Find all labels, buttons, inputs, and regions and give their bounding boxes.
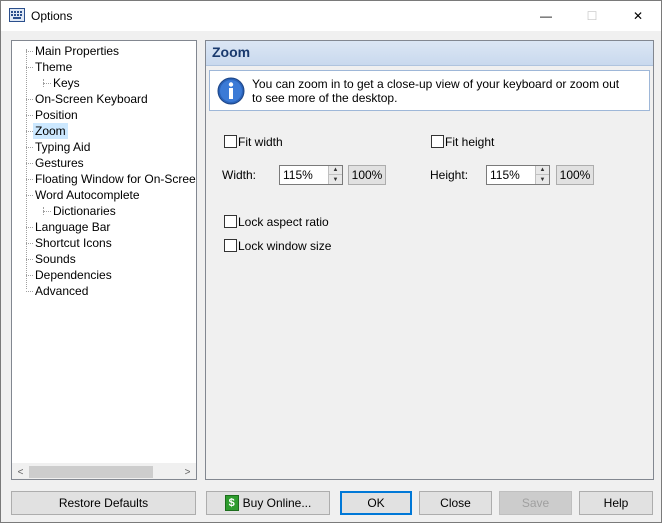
tree-connector-line xyxy=(26,227,33,228)
height-value: 115% xyxy=(490,168,520,182)
tree-item[interactable]: Position xyxy=(33,107,80,123)
tree-item[interactable]: Dependencies xyxy=(33,267,114,283)
window-title: Options xyxy=(31,9,73,23)
tree-item[interactable]: Theme xyxy=(33,59,74,75)
ok-button[interactable]: OK xyxy=(340,491,412,515)
tree-item[interactable]: Typing Aid xyxy=(33,139,92,155)
restore-defaults-label: Restore Defaults xyxy=(58,496,149,510)
width-spin-buttons: ▲ ▼ xyxy=(328,166,342,184)
lock-size-label: Lock window size xyxy=(238,239,332,253)
scroll-right-icon[interactable]: > xyxy=(179,464,196,479)
fit-height-checkbox[interactable] xyxy=(431,135,444,148)
save-label: Save xyxy=(521,496,550,510)
fit-width-checkbox[interactable] xyxy=(224,135,237,148)
close-window-button[interactable]: ✕ xyxy=(615,1,661,31)
options-tree[interactable]: Main Properties Theme Keys On-Screen Keyboa… xyxy=(11,40,197,480)
info-icon xyxy=(217,77,245,105)
tree-connector-line xyxy=(26,115,33,116)
tree-connector-line xyxy=(26,163,33,164)
keyboard-app-icon xyxy=(9,8,25,22)
close-label: Close xyxy=(440,496,471,510)
options-window: Options — ☐ ✕ Main Properties Theme Keys On… xyxy=(0,0,662,523)
tree-item[interactable]: Dictionaries xyxy=(51,203,118,219)
tree-item[interactable]: Language Bar xyxy=(33,219,112,235)
close-button[interactable]: Close xyxy=(419,491,492,515)
restore-defaults-button[interactable]: Restore Defaults xyxy=(11,491,196,515)
height-down-icon[interactable]: ▼ xyxy=(536,175,549,184)
height-spinner[interactable]: 115% ▲ ▼ xyxy=(486,165,550,185)
close-icon: ✕ xyxy=(632,9,644,23)
buy-online-button[interactable]: $ Buy Online... xyxy=(206,491,330,515)
height-spin-buttons: ▲ ▼ xyxy=(535,166,549,184)
lock-aspect-checkbox[interactable] xyxy=(224,215,237,228)
fit-width-label: Fit width xyxy=(238,135,283,149)
tree-connector-line xyxy=(43,83,51,84)
help-label: Help xyxy=(603,496,629,510)
tree-connector-line xyxy=(26,99,33,100)
horizontal-scrollbar[interactable]: < > xyxy=(12,463,196,479)
panel-header: Zoom xyxy=(206,41,653,66)
tree-connector-line xyxy=(26,51,33,52)
tree-item[interactable]: Floating Window for On-Screen Keyboard xyxy=(33,171,196,187)
tree-item[interactable]: Main Properties xyxy=(33,43,121,59)
title-bar: Options — ☐ ✕ xyxy=(1,1,661,31)
height-reset-button[interactable]: 100% xyxy=(556,165,594,185)
tree-connector-line xyxy=(26,67,33,68)
tree-item[interactable]: Gestures xyxy=(33,155,86,171)
info-text: You can zoom in to get a close-up view o… xyxy=(252,77,620,105)
width-spinner[interactable]: 115% ▲ ▼ xyxy=(279,165,343,185)
tree-items: Main Properties Theme Keys On-Screen Keyboa… xyxy=(12,41,196,463)
width-value: 115% xyxy=(283,168,313,182)
tree-item[interactable]: Sounds xyxy=(33,251,78,267)
width-down-icon[interactable]: ▼ xyxy=(329,175,342,184)
save-button[interactable]: Save xyxy=(499,491,572,515)
width-label: Width: xyxy=(222,168,257,182)
tree-connector-line xyxy=(26,131,33,132)
tree-connector-line xyxy=(43,211,51,212)
minimize-icon: — xyxy=(540,9,552,23)
width-up-icon[interactable]: ▲ xyxy=(329,166,342,175)
tree-connector-line xyxy=(26,147,33,148)
tree-item[interactable]: Zoom xyxy=(33,123,68,139)
tree-connector-line xyxy=(26,259,33,260)
help-button[interactable]: Help xyxy=(579,491,653,515)
tree-connector-line xyxy=(26,179,33,180)
dollar-icon: $ xyxy=(224,495,239,511)
tree-item[interactable]: On-Screen Keyboard xyxy=(33,91,150,107)
zoom-panel: Zoom You can zoom in to get a close-up v… xyxy=(205,40,654,480)
maximize-button[interactable]: ☐ xyxy=(569,1,615,31)
tree-connector-line xyxy=(26,291,33,292)
height-label: Height: xyxy=(430,168,469,182)
panel-title: Zoom xyxy=(212,44,251,60)
tree-root-line xyxy=(26,49,27,289)
tree-item[interactable]: Shortcut Icons xyxy=(33,235,114,251)
tree-connector-line xyxy=(26,275,33,276)
tree-connector-line xyxy=(26,195,33,196)
lock-aspect-label: Lock aspect ratio xyxy=(238,215,329,229)
tree-item[interactable]: Keys xyxy=(51,75,82,91)
height-up-icon[interactable]: ▲ xyxy=(536,166,549,175)
tree-item[interactable]: Word Autocomplete xyxy=(33,187,142,203)
buy-online-label: Buy Online... xyxy=(242,496,312,510)
tree-connector-line xyxy=(26,243,33,244)
lock-size-checkbox[interactable] xyxy=(224,239,237,252)
width-reset-button[interactable]: 100% xyxy=(348,165,386,185)
scroll-left-icon[interactable]: < xyxy=(12,464,29,479)
maximize-icon: ☐ xyxy=(586,9,598,23)
minimize-button[interactable]: — xyxy=(523,1,569,31)
info-box: You can zoom in to get a close-up view o… xyxy=(209,70,650,111)
tree-item[interactable]: Advanced xyxy=(33,283,90,299)
ok-label: OK xyxy=(367,496,385,510)
fit-height-label: Fit height xyxy=(445,135,495,149)
scrollbar-thumb[interactable] xyxy=(29,466,153,478)
